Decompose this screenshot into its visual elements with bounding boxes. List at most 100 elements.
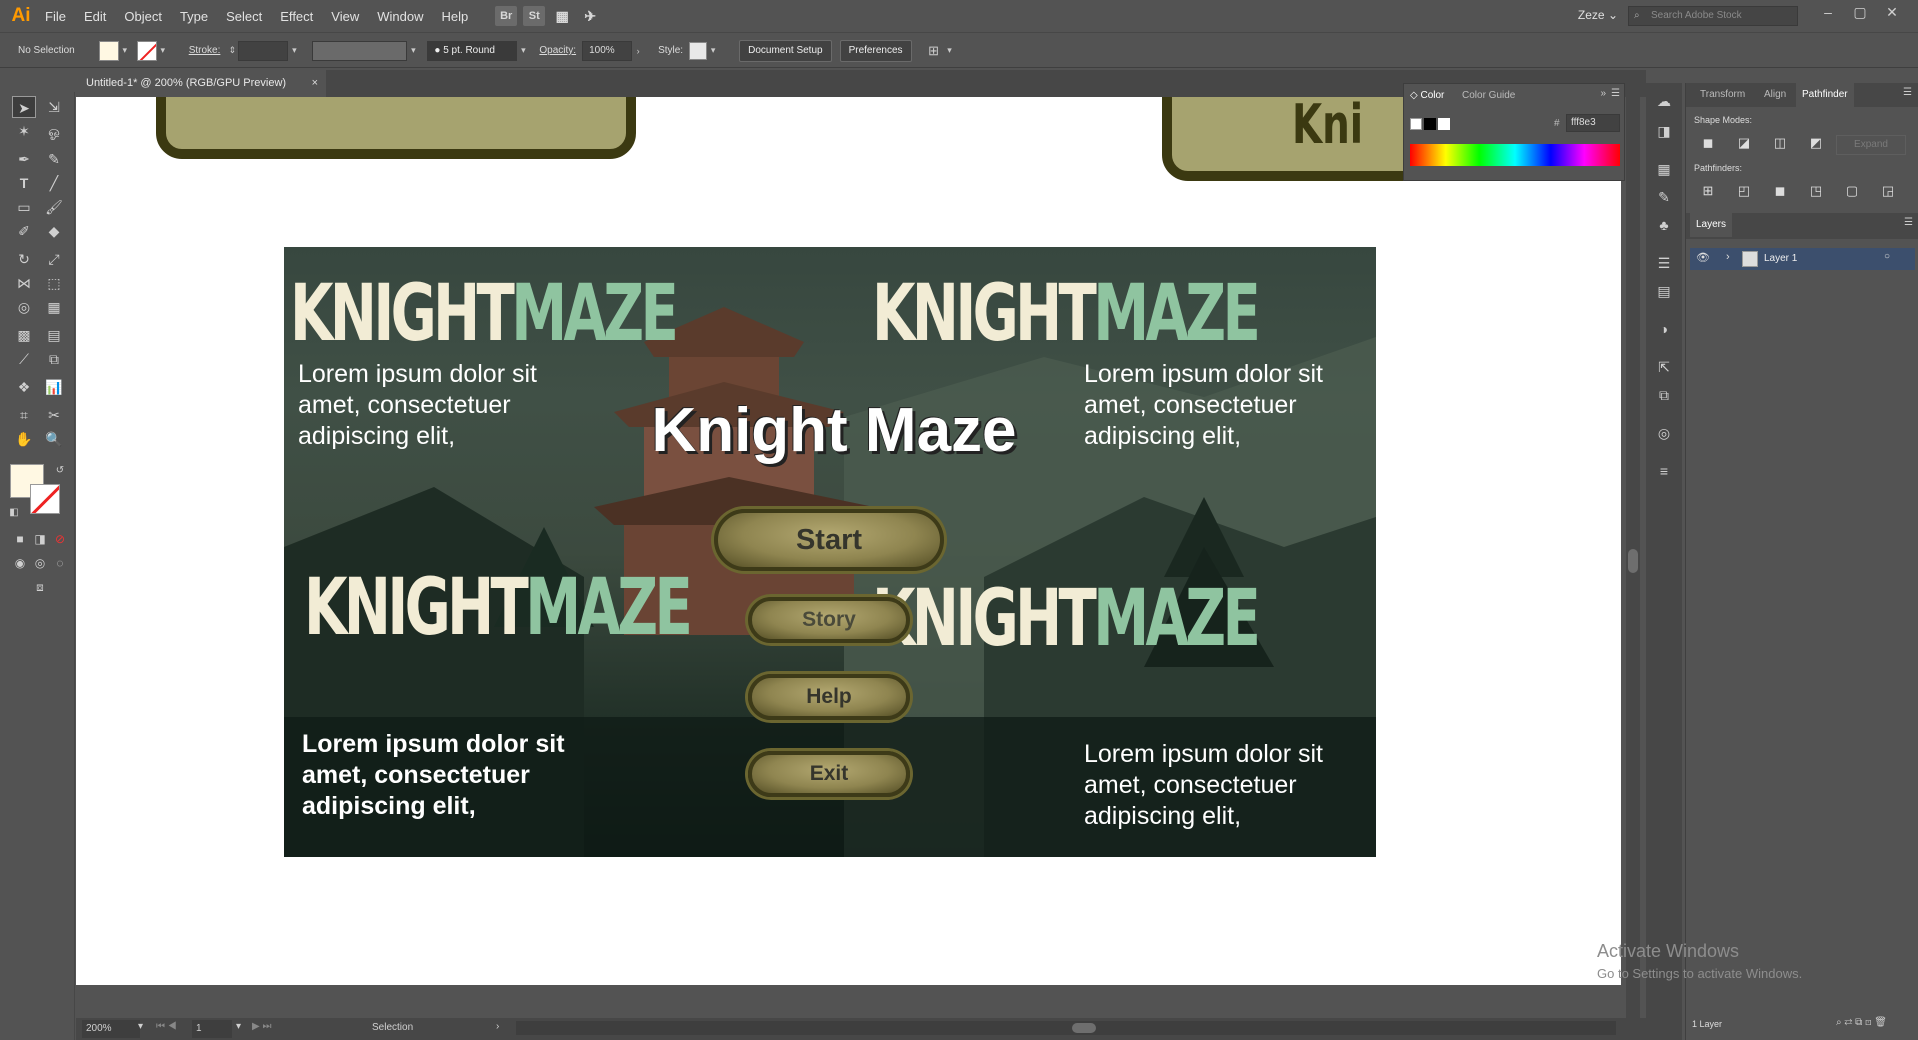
close-window-icon[interactable]: ✕ (1882, 4, 1902, 24)
minus-back-icon[interactable]: ◲ (1878, 183, 1898, 203)
stroke-swatch[interactable] (136, 40, 157, 61)
story-button[interactable]: Story (748, 597, 910, 643)
pen-tool-icon[interactable]: ✒ (12, 148, 36, 170)
workspace-switcher[interactable]: Zeze ⌄ (1578, 8, 1618, 22)
none-swatch[interactable] (1410, 118, 1422, 130)
tab-layers[interactable]: Layers (1690, 213, 1733, 237)
stock-icon[interactable]: St (523, 6, 546, 26)
arrange-icon[interactable]: ⊞ (924, 43, 944, 59)
layers-icon[interactable]: ≡ (1654, 463, 1674, 483)
brush-definition[interactable]: ● 5 pt. Round (427, 40, 518, 61)
menu-file[interactable]: File (36, 0, 75, 33)
eraser-tool-icon[interactable]: ◆ (42, 220, 66, 242)
navigator-icon[interactable]: ◎ (1654, 425, 1674, 445)
width-tool-icon[interactable]: ⋈ (12, 272, 36, 294)
screen-mode-icon[interactable]: ⧈ (28, 576, 52, 598)
unite-icon[interactable]: ◼ (1698, 135, 1718, 155)
rectangle-tool-icon[interactable]: ▭ (12, 196, 36, 218)
minus-front-icon[interactable]: ◪ (1734, 135, 1754, 155)
menu-help[interactable]: Help (432, 0, 477, 33)
perspective-grid-tool-icon[interactable]: ▦ (42, 296, 66, 318)
exclude-icon[interactable]: ◩ (1806, 135, 1826, 155)
chevron-down-icon[interactable]: ▾ (707, 45, 719, 56)
free-transform-tool-icon[interactable]: ⬚ (42, 272, 66, 294)
chevron-down-icon[interactable]: ▾ (288, 45, 300, 56)
gradient-tool-icon[interactable]: ▤ (42, 324, 66, 346)
symbol-sprayer-tool-icon[interactable]: ❖ (12, 376, 36, 398)
default-colors-icon[interactable]: ◧ (2, 502, 26, 524)
tab-color-guide[interactable]: Color Guide (1456, 84, 1521, 108)
stroke-weight-input[interactable] (238, 40, 289, 61)
horizontal-scrollbar[interactable] (516, 1021, 1616, 1035)
tab-color[interactable]: ◇ Color (1404, 84, 1451, 108)
menu-object[interactable]: Object (115, 0, 171, 33)
column-graph-tool-icon[interactable]: 📊 (42, 376, 66, 398)
color-spectrum[interactable] (1410, 144, 1620, 166)
intersect-icon[interactable]: ◫ (1770, 135, 1790, 155)
none-mode-icon[interactable]: ⊘ (48, 528, 72, 550)
menu-select[interactable]: Select (217, 0, 271, 33)
collapse-icon[interactable]: » (1600, 88, 1606, 99)
panel-menu-icon[interactable]: ☰ (1611, 88, 1620, 99)
crop-icon[interactable]: ◳ (1806, 183, 1826, 203)
shape-builder-tool-icon[interactable]: ◎ (12, 296, 36, 318)
properties-icon[interactable]: ◨ (1654, 123, 1674, 143)
chevron-right-icon[interactable]: › (632, 46, 644, 56)
chevron-down-icon[interactable]: ▾ (138, 1021, 143, 1032)
fill-swatch[interactable] (98, 40, 119, 61)
gradient-panel-icon[interactable]: ▤ (1654, 283, 1674, 303)
appearance-icon[interactable]: ◑ (1654, 321, 1674, 341)
lasso-tool-icon[interactable]: ஓ (42, 120, 66, 142)
chevron-down-icon[interactable]: ▾ (517, 45, 529, 56)
expand-button[interactable]: Expand (1836, 135, 1906, 155)
layer-target-icon[interactable]: ○ (1884, 251, 1890, 262)
stock-search-input[interactable]: ⌕ Search Adobe Stock (1628, 6, 1798, 26)
stroke-label[interactable]: Stroke: (189, 45, 221, 56)
menu-view[interactable]: View (322, 0, 368, 33)
panel-menu-icon[interactable]: ☰ (1904, 217, 1913, 228)
artboards-icon[interactable]: ⧉ (1654, 387, 1674, 407)
swatches-icon[interactable]: ▦ (1654, 161, 1674, 181)
menu-window[interactable]: Window (368, 0, 432, 33)
tab-pathfinder[interactable]: Pathfinder (1796, 83, 1854, 107)
zoom-tool-icon[interactable]: 🔍 (42, 428, 66, 450)
stepper-icon[interactable]: ⇕ (226, 45, 238, 56)
expand-layer-icon[interactable]: › (1726, 251, 1730, 263)
stroke-color-box[interactable] (30, 484, 60, 514)
status-menu-icon[interactable]: › (496, 1021, 499, 1032)
symbols-icon[interactable]: ♣ (1654, 217, 1674, 237)
knight-maze-artwork[interactable]: KNIGHTMAZE KNIGHTMAZE KNIGHTMAZE KNIGHTM… (284, 247, 1376, 857)
chevron-down-icon[interactable]: ▾ (944, 45, 956, 56)
swap-colors-icon[interactable]: ↺ (48, 460, 72, 482)
h-scroll-thumb[interactable] (1072, 1023, 1096, 1033)
rotate-tool-icon[interactable]: ↻ (12, 248, 36, 270)
magic-wand-tool-icon[interactable]: ✶ (12, 120, 36, 142)
maximize-icon[interactable]: ▢ (1850, 4, 1870, 24)
minimize-icon[interactable]: – (1818, 4, 1838, 24)
chevron-down-icon[interactable]: ▾ (407, 45, 419, 56)
curvature-tool-icon[interactable]: ✎ (42, 148, 66, 170)
panel-menu-icon[interactable]: ☰ (1903, 87, 1912, 98)
arrange-documents-icon[interactable]: ▦ (551, 6, 573, 26)
black-swatch[interactable] (1424, 118, 1436, 130)
menu-edit[interactable]: Edit (75, 0, 115, 33)
libraries-icon[interactable]: ☁ (1654, 93, 1674, 113)
chevron-down-icon[interactable]: ▾ (119, 45, 131, 56)
graphic-style-swatch[interactable] (689, 41, 708, 60)
merge-icon[interactable]: ◼ (1770, 183, 1790, 203)
hand-tool-icon[interactable]: ✋ (12, 428, 36, 450)
tab-transform[interactable]: Transform (1694, 83, 1751, 107)
chevron-down-icon[interactable]: ▾ (157, 45, 169, 56)
last-page-icon[interactable]: ▶ ⏭ (252, 1021, 271, 1032)
selection-tool-icon[interactable]: ➤ (12, 96, 36, 118)
page-number[interactable]: 1 (192, 1020, 232, 1038)
opacity-input[interactable]: 100% (582, 40, 633, 61)
variable-width-profile[interactable] (312, 40, 408, 61)
brushes-icon[interactable]: ✎ (1654, 189, 1674, 209)
white-swatch[interactable] (1438, 118, 1450, 130)
first-page-icon[interactable]: ⏮ ◀ (156, 1021, 177, 1032)
eyedropper-tool-icon[interactable]: ⟋ (12, 348, 36, 370)
layer-name[interactable]: Layer 1 (1764, 253, 1797, 264)
exit-button[interactable]: Exit (748, 751, 910, 797)
blend-tool-icon[interactable]: ⧉ (42, 348, 66, 370)
